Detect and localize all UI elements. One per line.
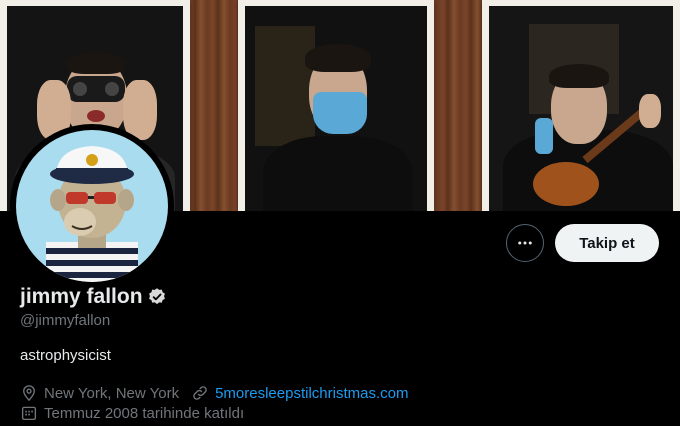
more-horizontal-icon (518, 241, 532, 245)
calendar-icon (21, 406, 37, 421)
profile-bio: astrophysicist (20, 347, 111, 364)
website-item[interactable]: 5moresleepstilchristmas.com (191, 384, 408, 402)
verified-badge-icon[interactable] (147, 287, 167, 307)
website-link[interactable]: 5moresleepstilchristmas.com (215, 385, 408, 402)
location-text: New York, New York (44, 384, 180, 402)
profile-avatar[interactable] (10, 124, 174, 288)
bored-ape-avatar-icon (46, 146, 138, 282)
profile-meta-row: New York, New York 5moresleepstilchristm… (20, 384, 420, 402)
banner-photo-mask (238, 0, 434, 211)
display-name: jimmy fallon (20, 285, 143, 308)
joined-item: Temmuz 2008 tarihinde katıldı (20, 404, 244, 422)
link-icon (193, 386, 207, 400)
avatar-image (16, 130, 168, 282)
location-item: New York, New York (20, 384, 179, 402)
profile-handle: @jimmyfallon (20, 312, 111, 329)
more-options-button[interactable] (506, 224, 544, 262)
follow-button[interactable]: Takip et (555, 224, 659, 262)
joined-text: Temmuz 2008 tarihinde katıldı (44, 404, 245, 422)
location-pin-icon (23, 385, 35, 402)
banner-photo-ukulele (482, 0, 680, 211)
profile-name-row: jimmy fallon (20, 285, 167, 309)
